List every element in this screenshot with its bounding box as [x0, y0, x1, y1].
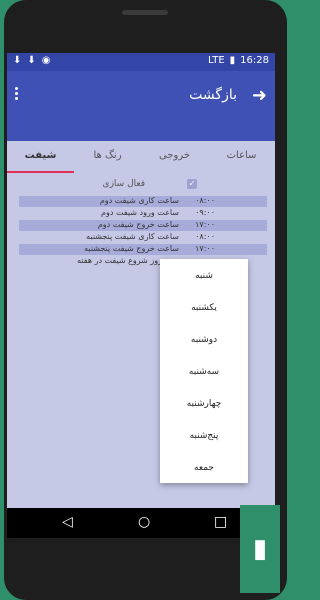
tab-hours[interactable]: ساعات: [208, 150, 275, 161]
dropdown-option[interactable]: دوشنبه: [160, 335, 248, 345]
setting-value: ۱۷:۰۰: [195, 220, 215, 229]
weekday-dropdown: شنبه یکشنبه دوشنبه سه‌شنبه چهارشنبه پنج‌…: [160, 259, 248, 483]
setting-row[interactable]: ساعت خروج شیفت پنجشنبه ۱۷:۰۰: [19, 244, 267, 255]
tab-bar: ساعات خروجی رنگ ها شیفت: [7, 141, 275, 173]
download-icon: ⬇: [13, 55, 22, 66]
battery-icon: ▮: [229, 55, 236, 66]
screen: ⬇ ⬇ ◉ LTE ▮ 16:28 ➜ بازگشت ساعات خروجی ر…: [7, 53, 275, 538]
store-logo: ▮: [240, 505, 280, 593]
download-icon: ⬇: [27, 55, 36, 66]
setting-row[interactable]: ساعت ورود شیفت دوم ۰۹:۰۰: [19, 208, 267, 219]
dropdown-option[interactable]: شنبه: [160, 271, 248, 281]
dropdown-option[interactable]: جمعه: [160, 463, 248, 473]
setting-row[interactable]: ساعت کاری شیفت پنجشنبه ۰۸:۰۰: [19, 232, 267, 243]
speaker: [122, 10, 168, 15]
dropdown-option[interactable]: پنج‌شنبه: [160, 431, 248, 441]
navigation-bar: ◁ ○ □: [7, 508, 275, 538]
setting-label: ساعت خروج شیفت دوم: [97, 220, 179, 229]
tab-output[interactable]: خروجی: [141, 150, 208, 161]
overflow-menu-icon[interactable]: [15, 87, 19, 102]
setting-value: ۰۸:۰۰: [195, 232, 215, 241]
setting-label: ساعت کاری شیفت پنجشنبه: [86, 232, 179, 241]
clock: 16:28: [240, 55, 269, 66]
setting-value: ۰۹:۰۰: [195, 208, 215, 217]
network-label: LTE: [208, 55, 225, 66]
setting-value: ۱۷:۰۰: [195, 244, 215, 253]
dropdown-option[interactable]: سه‌شنبه: [160, 367, 248, 377]
page-title[interactable]: بازگشت: [189, 87, 237, 103]
recents-icon[interactable]: □: [214, 514, 227, 530]
shield-icon: ◉: [41, 55, 51, 66]
tab-indicator: [7, 171, 74, 173]
dropdown-option[interactable]: چهارشنبه: [160, 399, 248, 409]
setting-label: ساعت ورود شیفت دوم: [101, 208, 179, 217]
setting-label: ساعت کاری شیفت دوم: [99, 196, 179, 205]
enable-label: فعال سازی: [102, 179, 145, 189]
setting-label: ساعت خروج شیفت پنجشنبه: [84, 244, 179, 253]
setting-row[interactable]: ساعت کاری شیفت دوم ۰۸:۰۰: [19, 196, 267, 207]
back-icon[interactable]: ◁: [62, 514, 73, 530]
arrow-right-icon[interactable]: ➜: [252, 85, 267, 106]
setting-label: روز شروع شیفت در هفته: [77, 256, 162, 265]
tab-colors[interactable]: رنگ ها: [74, 150, 141, 161]
enable-checkbox[interactable]: ✓: [187, 179, 197, 189]
home-icon[interactable]: ○: [138, 514, 150, 530]
tab-shift[interactable]: شیفت: [7, 150, 74, 161]
setting-value: ۰۸:۰۰: [195, 196, 215, 205]
dropdown-option[interactable]: یکشنبه: [160, 303, 248, 313]
setting-row[interactable]: ساعت خروج شیفت دوم ۱۷:۰۰: [19, 220, 267, 231]
status-bar: ⬇ ⬇ ◉ LTE ▮ 16:28: [7, 53, 275, 71]
app-bar: ➜ بازگشت: [7, 71, 275, 141]
